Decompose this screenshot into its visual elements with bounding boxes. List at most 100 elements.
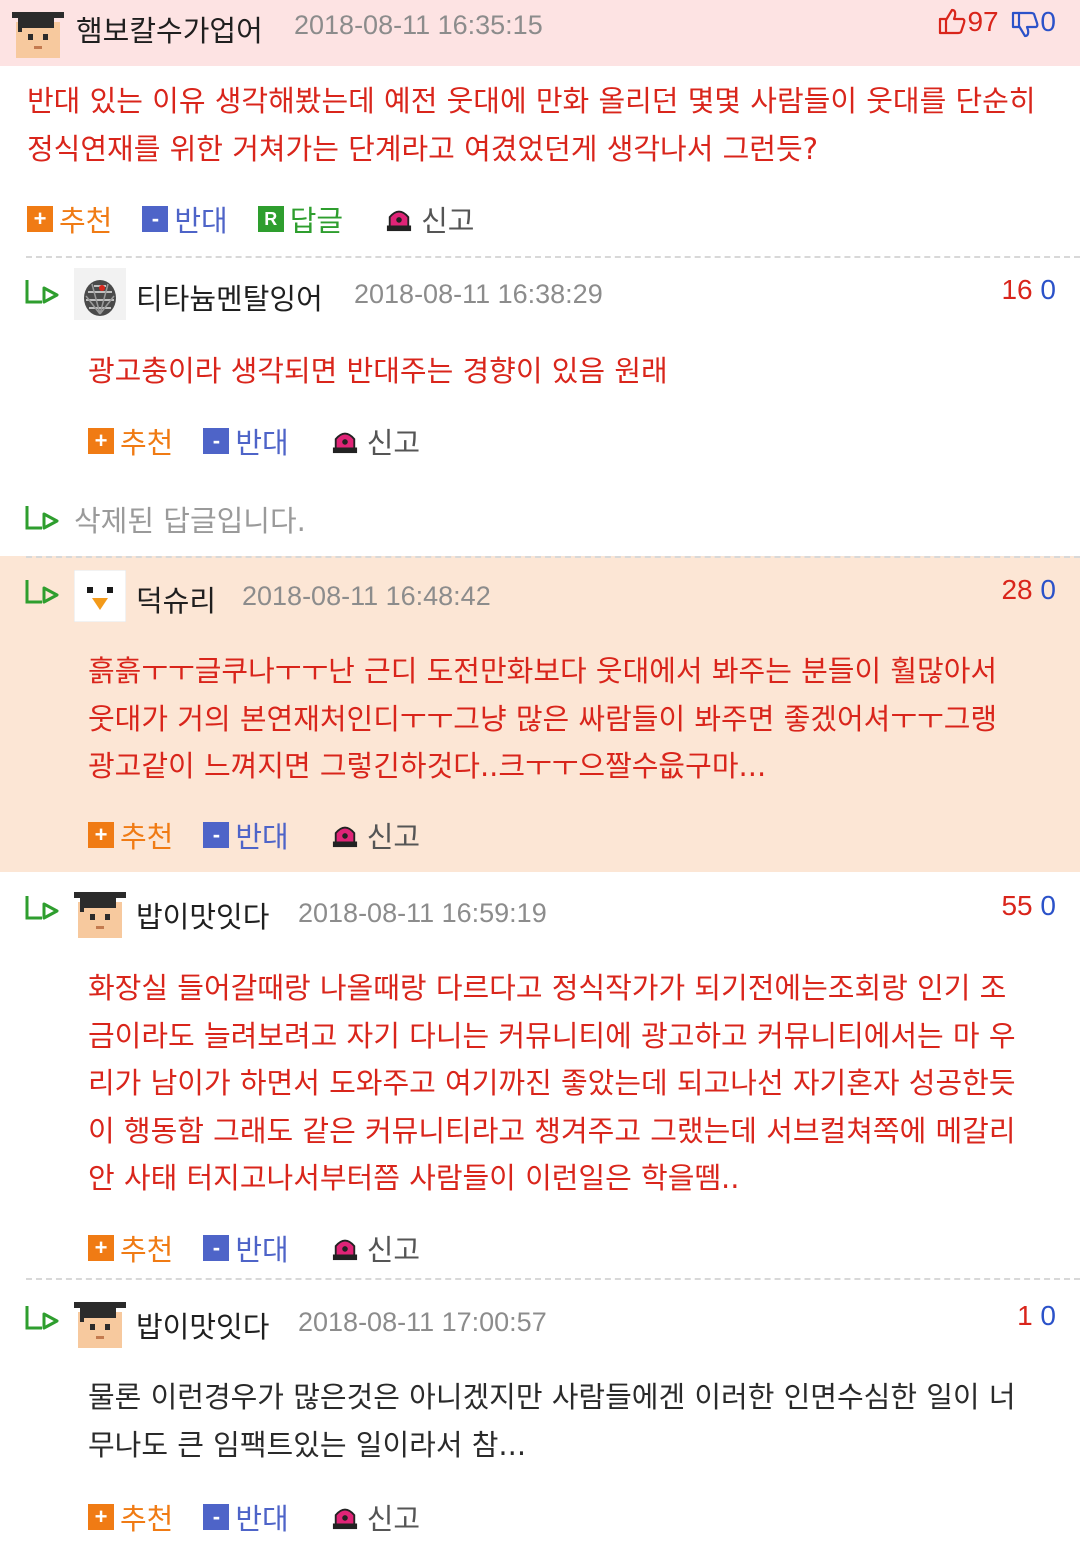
- minus-icon: -: [203, 1504, 230, 1530]
- like-count: 97: [967, 6, 999, 37]
- comment-body: 반대 있는 이유 생각해봤는데 예전 웃대에 만화 올리던 몇몇 사람들이 웃대…: [27, 78, 1036, 173]
- oppose-label: 반대: [235, 426, 289, 460]
- comment-actions: + 추천 - 반대 R 답글 신고: [27, 198, 505, 240]
- timestamp: 2018-08-11 16:35:15: [294, 10, 543, 40]
- reply-comment: 티타늄멘탈잉어 2018-08-11 16:38:29 16 0 광고충이라 생…: [0, 258, 1080, 488]
- comment-line: 물론 이런경우가 많은것은 아니겠지만 사람들에겐 이러한 인면수심한 일이 너: [88, 1380, 1016, 1414]
- thumbs-down-icon[interactable]: [1010, 11, 1040, 39]
- comment-actions: + 추천 - 반대 신고: [88, 814, 450, 856]
- vote-counts: 1 0: [1017, 1300, 1056, 1332]
- oppose-label: 반대: [235, 820, 289, 854]
- vote-counts: 55 0: [1001, 890, 1056, 922]
- recommend-button[interactable]: + 추천: [88, 420, 173, 462]
- report-label: 신고: [366, 1233, 421, 1267]
- comment-actions: + 추천 - 반대 신고: [88, 1496, 450, 1538]
- like-count: 1: [1017, 1300, 1033, 1331]
- recommend-label: 추천: [120, 1502, 174, 1536]
- siren-icon: [329, 822, 361, 848]
- reply-arrow-icon: [24, 578, 60, 608]
- report-button[interactable]: 신고: [329, 420, 420, 462]
- recommend-label: 추천: [120, 426, 174, 460]
- siren-icon: [329, 1235, 361, 1261]
- siren-icon: [383, 206, 415, 232]
- comment-actions: + 추천 - 반대 신고: [88, 420, 450, 462]
- reply-comment-highlighted: 덕슈리 2018-08-11 16:48:42 28 0 흙흙ㅜㅜ글쿠나ㅜㅜ난 …: [0, 556, 1080, 872]
- dislike-count: 0: [1040, 574, 1056, 605]
- dislike-count: 0: [1040, 6, 1056, 37]
- report-label: 신고: [366, 1502, 421, 1536]
- comment-line: 리가 남이가 하면서 도와주고 여기까진 좋았는데 되고나선 자기혼자 성공한듯: [88, 1066, 1016, 1100]
- reply-arrow-icon: [24, 278, 60, 308]
- comment-line: 화장실 들어갈때랑 나올때랑 다르다고 정식작가가 되기전에는조회랑 인기 조: [88, 971, 1007, 1005]
- dislike-count: 0: [1040, 274, 1056, 305]
- comment-line: 금이라도 늘려보려고 자기 다니는 커뮤니티에 광고하고 커뮤니티에서는 마 우: [88, 1018, 1016, 1053]
- oppose-button[interactable]: - 반대: [203, 1496, 289, 1538]
- report-button[interactable]: 신고: [383, 198, 475, 240]
- comment-line: 반대 있는 이유 생각해봤는데 예전 웃대에 만화 올리던 몇몇 사람들이 웃대…: [27, 84, 1036, 118]
- timestamp: 2018-08-11 17:00:57: [298, 1307, 547, 1337]
- report-button[interactable]: 신고: [329, 1496, 420, 1538]
- report-label: 신고: [366, 820, 421, 854]
- divider: [26, 556, 1080, 558]
- minus-icon: -: [203, 428, 230, 454]
- recommend-button[interactable]: + 추천: [27, 198, 112, 240]
- comment-body: 화장실 들어갈때랑 나올때랑 다르다고 정식작가가 되기전에는조회랑 인기 조 …: [88, 965, 1016, 1203]
- recommend-label: 추천: [120, 1233, 174, 1267]
- minus-icon: -: [203, 822, 230, 848]
- oppose-button[interactable]: - 반대: [203, 1227, 289, 1269]
- nickname[interactable]: 밥이맛잇다: [136, 894, 269, 936]
- report-button[interactable]: 신고: [329, 814, 420, 856]
- recommend-button[interactable]: + 추천: [88, 1496, 173, 1538]
- report-label: 신고: [366, 426, 421, 460]
- comment-line: 광고같이 느껴지면 그렇긴하것다..크ㅜㅜ으짤수읎구마...: [88, 749, 767, 783]
- report-button[interactable]: 신고: [329, 1227, 420, 1269]
- avatar-duck[interactable]: [74, 570, 126, 622]
- reply-comment: 밥이맛잇다 2018-08-11 16:59:19 55 0 화장실 들어갈때랑…: [0, 872, 1080, 1280]
- vote-counts: 97 0: [937, 6, 1056, 39]
- recommend-label: 추천: [59, 204, 113, 238]
- oppose-button[interactable]: - 반대: [203, 420, 289, 462]
- comment-line: 흙흙ㅜㅜ글쿠나ㅜㅜ난 근디 도전만화보다 웃대에서 봐주는 분들이 훨많아서: [88, 654, 998, 688]
- oppose-label: 반대: [235, 1502, 289, 1536]
- plus-icon: +: [88, 1235, 114, 1261]
- thumbs-up-icon[interactable]: [937, 7, 967, 35]
- minus-icon: -: [142, 206, 169, 232]
- recommend-label: 추천: [120, 820, 174, 854]
- reply-arrow-icon: [24, 1304, 60, 1334]
- comment-line: 광고충이라 생각되면 반대주는 경향이 있음 원래: [88, 354, 668, 388]
- reply-r-icon: R: [257, 206, 284, 232]
- siren-icon: [329, 1504, 361, 1530]
- reply-label: 답글: [289, 204, 344, 238]
- vote-counts: 28 0: [1001, 574, 1056, 606]
- top-comment: 햄보칼수가업어 2018-08-11 16:35:15 97 0 반대 있는 이…: [0, 0, 1080, 258]
- recommend-button[interactable]: + 추천: [88, 814, 173, 856]
- siren-icon: [329, 428, 361, 454]
- avatar-graduate[interactable]: [74, 886, 126, 938]
- deleted-reply: 삭제된 답글입니다.: [0, 488, 1080, 556]
- plus-icon: +: [88, 428, 114, 454]
- comment-body: 흙흙ㅜㅜ글쿠나ㅜㅜ난 근디 도전만화보다 웃대에서 봐주는 분들이 훨많아서 웃…: [88, 648, 997, 791]
- deleted-reply-text: 삭제된 답글입니다.: [74, 504, 306, 538]
- reply-button[interactable]: R 답글: [257, 198, 344, 240]
- comment-actions: + 추천 - 반대 신고: [88, 1227, 450, 1269]
- nickname[interactable]: 밥이맛잇다: [136, 1304, 269, 1346]
- timestamp: 2018-08-11 16:59:19: [298, 898, 547, 928]
- comment-line: 안 사태 터지고나서부터쯤 사람들이 이런일은 학을뗌..: [88, 1161, 740, 1195]
- comment-line: 이 행동함 그래도 같은 커뮤니티라고 챙겨주고 그랬는데 서브컬쳐쪽에 메갈리: [88, 1113, 1016, 1148]
- reply-arrow-icon: [24, 894, 60, 924]
- recommend-button[interactable]: + 추천: [88, 1227, 173, 1269]
- comment-line: 웃대가 거의 본연재처인디ㅜㅜ그냥 많은 싸람들이 봐주면 좋겠어셔ㅜㅜ그랭: [88, 701, 998, 736]
- avatar-pinecone[interactable]: [74, 268, 126, 320]
- like-count: 28: [1001, 574, 1033, 605]
- oppose-button[interactable]: - 반대: [142, 198, 228, 240]
- like-count: 55: [1001, 890, 1033, 921]
- nickname[interactable]: 덕슈리: [136, 578, 216, 620]
- nickname[interactable]: 티타늄멘탈잉어: [136, 276, 323, 318]
- nickname[interactable]: 햄보칼수가업어: [76, 8, 263, 50]
- avatar-graduate[interactable]: [12, 6, 64, 58]
- timestamp: 2018-08-11 16:38:29: [354, 279, 603, 309]
- plus-icon: +: [88, 822, 114, 848]
- avatar-graduate[interactable]: [74, 1296, 126, 1348]
- dislike-count: 0: [1040, 890, 1056, 921]
- oppose-button[interactable]: - 반대: [203, 814, 289, 856]
